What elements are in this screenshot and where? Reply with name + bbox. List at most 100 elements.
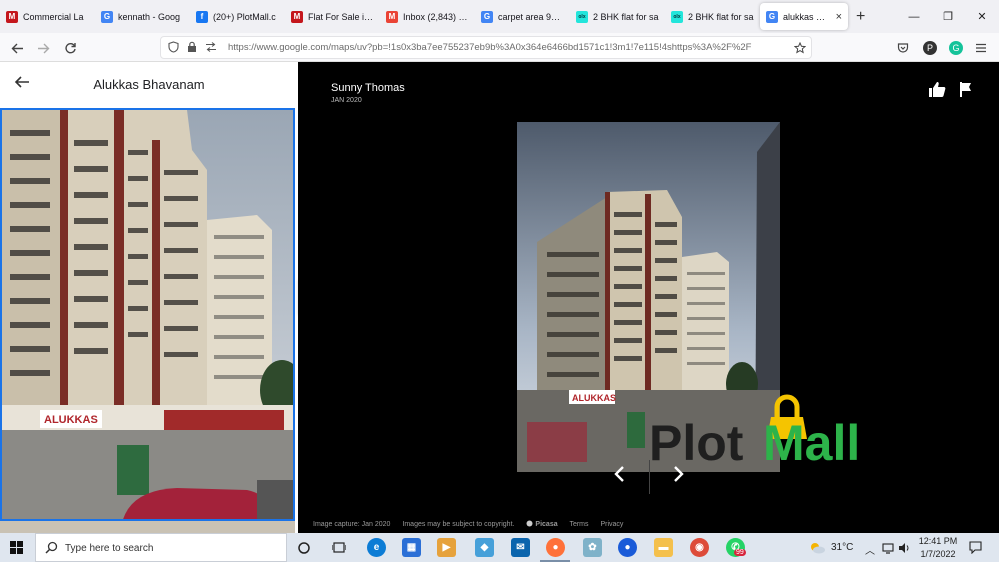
address-bar[interactable]: https://www.google.com/maps/uv?pb=!1s0x3… <box>160 36 812 59</box>
facebook-icon: f <box>196 10 208 23</box>
watermark-plot: Plot <box>649 415 744 465</box>
tab-label: (20+) PlotMall.c <box>213 11 276 22</box>
tab-strip: M Commercial La Gkennath - Goog f (20+) Plot… <box>0 0 999 33</box>
search-placeholder: Type here to search <box>65 543 154 554</box>
photo-viewer: Sunny Thomas JAN 2020 ALUKKAS Plot Mall … <box>298 62 999 533</box>
flag-icon[interactable] <box>958 81 974 97</box>
extension-p-icon[interactable]: P <box>923 41 937 55</box>
chrome-icon[interactable]: ◉ <box>690 538 709 557</box>
browser-tab[interactable]: Gkennath - Goog <box>95 0 190 33</box>
previous-photo-button[interactable] <box>613 465 627 483</box>
browser-tab[interactable]: f (20+) PlotMall.c <box>190 0 285 33</box>
clock-time: 12:41 PM <box>918 536 958 546</box>
minimize-button[interactable]: — <box>897 0 931 33</box>
bookmark-star-icon[interactable] <box>794 42 806 54</box>
browser-tab[interactable]: Galukkas bhav × <box>760 3 848 30</box>
provider-name: Picasa <box>535 521 558 528</box>
app-blue-icon[interactable]: ◆ <box>475 538 494 557</box>
browser-tab[interactable]: M Inbox (2,843) - p <box>380 0 475 33</box>
tab-label: Inbox (2,843) - p <box>403 11 469 22</box>
viewer-footer: Image capture: Jan 2020 Images may be su… <box>313 520 633 528</box>
cortana-icon[interactable] <box>298 542 310 554</box>
tab-label: Flat For Sale in C <box>308 11 374 22</box>
pm-icon: M <box>291 10 303 23</box>
browser-tab[interactable]: olx 2 BHK flat for sa <box>665 0 760 33</box>
pm-icon: M <box>6 10 18 23</box>
tab-label: 2 BHK flat for sa <box>688 11 754 22</box>
minimize-icon: — <box>908 10 920 23</box>
close-tab-icon[interactable]: × <box>836 11 842 23</box>
image-capture-date: Image capture: Jan 2020 <box>313 521 391 528</box>
app-gear-icon[interactable]: ✿ <box>583 538 602 557</box>
navigation-toolbar: https://www.google.com/maps/uv?pb=!1s0x3… <box>0 33 999 62</box>
grammarly-icon[interactable]: G <box>949 41 963 55</box>
whatsapp-badge: 99 <box>734 549 746 556</box>
picasa-icon <box>526 520 533 527</box>
windows-taskbar: Type here to search e ▦ ▶ ◆ ✉ ● ✿ ● ▬ ◉ … <box>0 533 999 562</box>
weather-icon[interactable] <box>809 542 825 554</box>
temperature[interactable]: 31°C <box>831 542 853 553</box>
firefox-dev-icon[interactable]: ● <box>618 538 637 557</box>
new-tab-button[interactable]: + <box>856 8 865 26</box>
place-panel: Alukkas Bhavanam ALUKKAS <box>0 62 298 533</box>
next-photo-thumbnail[interactable] <box>0 521 295 533</box>
alukkas-sign-main: ALUKKAS <box>572 393 616 403</box>
network-icon[interactable] <box>882 542 894 554</box>
browser-tab[interactable]: M Flat For Sale in C <box>285 0 380 33</box>
reload-icon <box>64 42 76 53</box>
olx-icon: olx <box>576 10 588 23</box>
shield-icon[interactable] <box>168 41 179 53</box>
pocket-icon[interactable] <box>897 42 909 54</box>
place-title: Alukkas Bhavanam <box>93 77 205 92</box>
gmail-icon: M <box>386 10 398 23</box>
photo-date: JAN 2020 <box>331 97 362 104</box>
edge-icon[interactable]: e <box>367 538 386 557</box>
search-icon <box>45 541 58 554</box>
thumbs-up-icon[interactable] <box>928 80 946 98</box>
file-explorer-icon[interactable]: ▬ <box>654 538 673 557</box>
close-window-button[interactable]: ✕ <box>965 0 999 33</box>
clock-date: 1/7/2022 <box>920 549 956 559</box>
task-view-icon[interactable] <box>332 541 346 554</box>
privacy-link[interactable]: Privacy <box>600 521 623 528</box>
reload-button[interactable] <box>61 39 79 57</box>
url-text[interactable]: https://www.google.com/maps/uv?pb=!1s0x3… <box>228 42 788 53</box>
browser-tab[interactable]: olx 2 BHK flat for sa <box>570 0 665 33</box>
store-icon[interactable]: ▦ <box>402 538 421 557</box>
selected-photo-thumbnail[interactable]: ALUKKAS <box>0 108 295 521</box>
tab-label: Commercial La <box>23 11 84 22</box>
google-icon: G <box>101 10 113 23</box>
photo-author[interactable]: Sunny Thomas <box>331 82 405 94</box>
tab-label: carpet area 954 s <box>498 11 564 22</box>
mail-icon[interactable]: ✉ <box>511 538 530 557</box>
tab-label: kennath - Goog <box>118 11 181 22</box>
chevron-up-icon[interactable]: ︿ <box>865 542 875 557</box>
forward-button[interactable] <box>34 39 52 57</box>
volume-icon[interactable] <box>898 542 910 554</box>
lock-icon[interactable] <box>187 41 197 53</box>
firefox-icon[interactable]: ● <box>546 538 565 557</box>
google-icon: G <box>481 10 493 23</box>
menu-icon[interactable] <box>975 43 987 53</box>
system-clock[interactable]: 12:41 PM 1/7/2022 <box>912 535 964 561</box>
windows-start-icon[interactable] <box>10 541 23 554</box>
taskbar-search-box[interactable]: Type here to search <box>35 533 287 562</box>
close-icon: ✕ <box>977 11 987 23</box>
provider-credit[interactable]: Picasa <box>526 520 558 528</box>
maximize-button[interactable]: ❐ <box>931 0 965 33</box>
arrow-right-icon <box>37 43 49 53</box>
terms-link[interactable]: Terms <box>569 521 588 528</box>
back-button[interactable] <box>8 39 26 57</box>
next-photo-button[interactable] <box>671 465 685 483</box>
arrow-divider <box>649 460 650 494</box>
browser-tab[interactable]: Gcarpet area 954 s <box>475 0 570 33</box>
browser-tab[interactable]: M Commercial La <box>0 0 95 33</box>
olx-icon: olx <box>671 10 683 23</box>
notifications-icon[interactable] <box>969 541 982 554</box>
permissions-icon[interactable] <box>205 41 217 53</box>
google-icon: G <box>766 10 778 23</box>
panel-header: Alukkas Bhavanam <box>0 62 298 108</box>
copyright-notice: Images may be subject to copyright. <box>402 521 515 528</box>
building-photo-left: ALUKKAS <box>2 110 293 519</box>
media-player-icon[interactable]: ▶ <box>437 538 456 557</box>
